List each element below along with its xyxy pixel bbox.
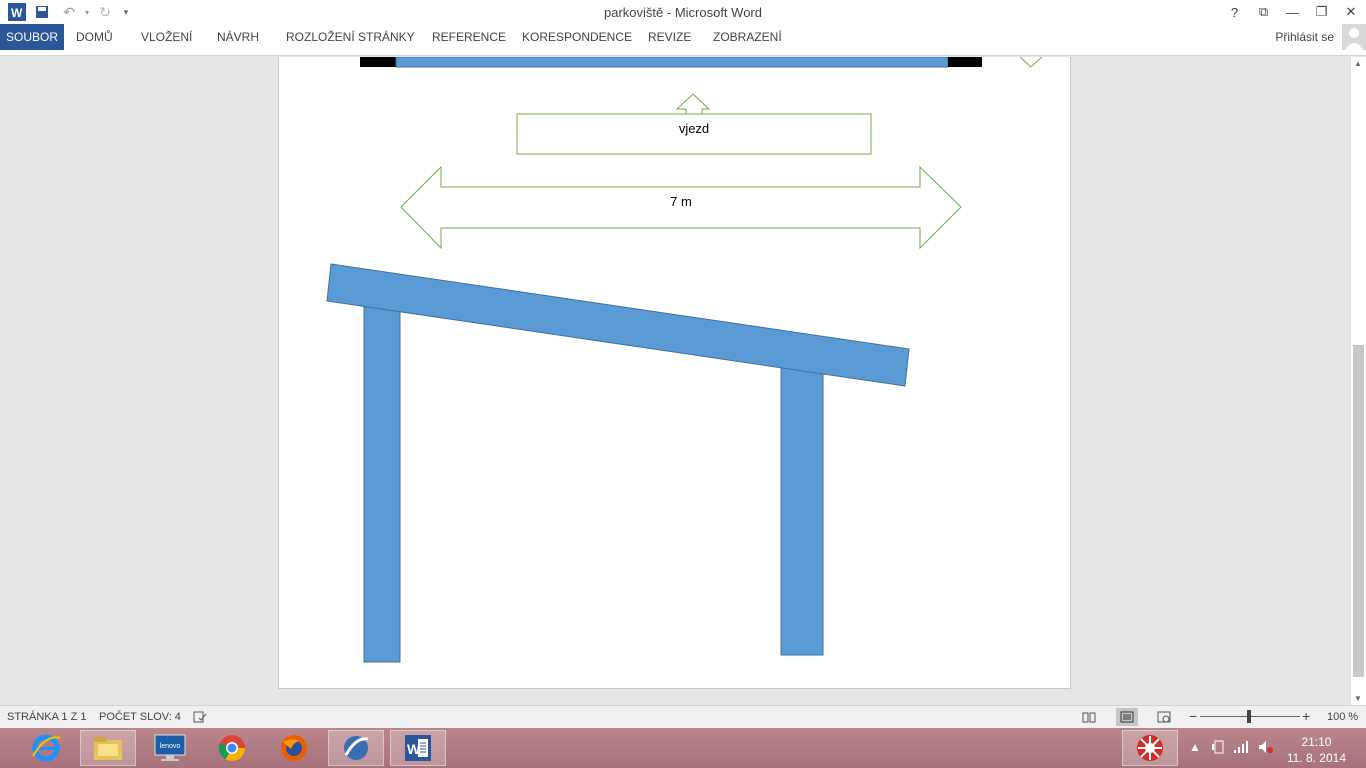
- top-bar-beam[interactable]: [395, 57, 949, 68]
- read-mode-icon[interactable]: [1082, 711, 1096, 726]
- sign-in-link[interactable]: Přihlásit se: [1275, 30, 1334, 44]
- tab-domu[interactable]: DOMŮ: [70, 24, 119, 50]
- internet-explorer-icon[interactable]: [18, 730, 74, 766]
- roof-beam[interactable]: [326, 263, 910, 387]
- show-hidden-icons-icon[interactable]: ▲: [1189, 740, 1201, 754]
- window-title: parkoviště - Microsoft Word: [604, 5, 762, 20]
- tab-rozlozeni-stranky[interactable]: ROZLOŽENÍ STRÁNKY: [280, 24, 421, 50]
- status-bar: STRÁNKA 1 Z 1 POČET SLOV: 4 − + 100 %: [0, 705, 1366, 728]
- proofing-icon[interactable]: [193, 711, 207, 726]
- restore-button[interactable]: ❐: [1307, 0, 1336, 24]
- ribbon-tabs: SOUBOR DOMŮ VLOŽENÍ NÁVRH ROZLOŽENÍ STRÁ…: [0, 24, 1366, 56]
- tab-reference[interactable]: REFERENCE: [426, 24, 512, 50]
- minimize-button[interactable]: —: [1278, 0, 1307, 24]
- up-arrow-shape[interactable]: [675, 93, 711, 115]
- zoom-level[interactable]: 100 %: [1327, 711, 1358, 723]
- print-layout-icon[interactable]: [1116, 708, 1138, 726]
- zoom-slider-handle[interactable]: [1247, 710, 1251, 723]
- left-post[interactable]: [363, 306, 401, 663]
- clock-date: 11. 8. 2014: [1286, 751, 1346, 765]
- document-page[interactable]: vjezd 7 m: [278, 57, 1071, 689]
- window-controls: ? ⧉ — ❐ ✕: [1220, 0, 1366, 24]
- zoom-out-icon[interactable]: −: [1189, 708, 1197, 724]
- taskbar: lenovo W ▲ 21:10 11. 8. 2014: [0, 728, 1366, 768]
- right-post[interactable]: [780, 366, 824, 656]
- page-count[interactable]: STRÁNKA 1 Z 1: [7, 711, 86, 723]
- tab-vlozeni[interactable]: VLOŽENÍ: [135, 24, 198, 50]
- volume-muted-icon[interactable]: [1258, 740, 1274, 757]
- chrome-icon[interactable]: [204, 730, 260, 766]
- document-area: vjezd 7 m: [0, 57, 1350, 705]
- tab-zobrazeni[interactable]: ZOBRAZENÍ: [707, 24, 788, 50]
- tab-revize[interactable]: REVIZE: [642, 24, 697, 50]
- partial-arrow-shape[interactable]: [1019, 57, 1043, 68]
- help-icon[interactable]: ?: [1220, 0, 1249, 24]
- top-bar-left-cap[interactable]: [360, 57, 396, 67]
- file-explorer-icon[interactable]: [80, 730, 136, 766]
- avatar[interactable]: [1342, 24, 1366, 50]
- vertical-scrollbar[interactable]: ▲ ▼: [1350, 57, 1366, 705]
- battery-icon[interactable]: [1211, 740, 1225, 757]
- tab-navrh[interactable]: NÁVRH: [211, 24, 265, 50]
- word-icon[interactable]: W: [390, 730, 446, 766]
- ribbon-display-options-icon[interactable]: ⧉: [1249, 0, 1278, 24]
- scroll-down-icon[interactable]: ▼: [1354, 694, 1362, 703]
- lenovo-icon[interactable]: lenovo: [142, 730, 198, 766]
- tab-soubor[interactable]: SOUBOR: [0, 24, 65, 50]
- clock-time: 21:10: [1301, 735, 1332, 749]
- network-icon[interactable]: [1233, 740, 1249, 757]
- firefox-icon[interactable]: [266, 730, 322, 766]
- zoom-in-icon[interactable]: +: [1302, 708, 1310, 724]
- svg-text:lenovo: lenovo: [160, 743, 181, 750]
- pinned-app-icon[interactable]: [1122, 730, 1178, 766]
- drawing-canvas: vjezd 7 m: [326, 57, 1043, 663]
- tab-korespondence[interactable]: KORESPONDENCE: [516, 24, 638, 50]
- title-bar: W ↶ ▾ ↻ ▾ parkoviště - Microsoft Word ? …: [0, 0, 1366, 24]
- clock[interactable]: 21:10 11. 8. 2014: [1287, 734, 1346, 766]
- scroll-up-icon[interactable]: ▲: [1354, 59, 1362, 68]
- word-count[interactable]: POČET SLOV: 4: [99, 711, 181, 723]
- media-icon[interactable]: [328, 730, 384, 766]
- svg-text:W: W: [407, 741, 421, 757]
- width-label: 7 m: [670, 194, 692, 209]
- scroll-thumb[interactable]: [1353, 345, 1364, 677]
- vjezd-label: vjezd: [679, 121, 709, 136]
- top-bar-right-cap[interactable]: [948, 57, 982, 67]
- close-button[interactable]: ✕: [1336, 0, 1366, 24]
- web-layout-icon[interactable]: [1157, 711, 1171, 726]
